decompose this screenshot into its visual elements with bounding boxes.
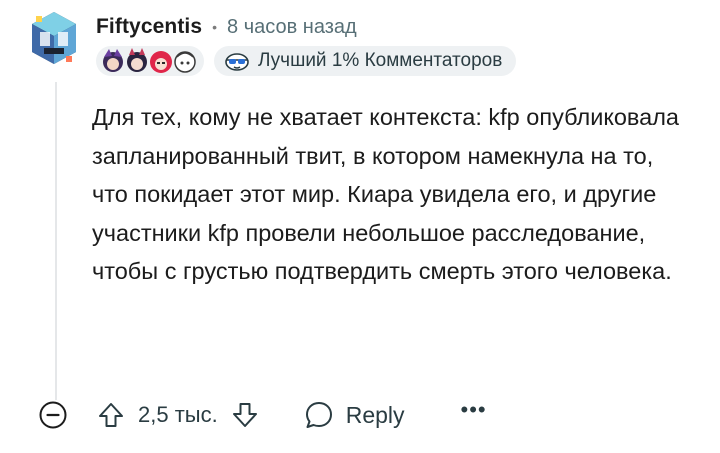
sunglasses-face-icon [225,53,249,71]
thread-line[interactable] [55,82,57,400]
comment-actions: 2,5 тыс. Reply ••• [36,395,487,435]
avatar-emoji-4 [174,51,196,73]
upvote-button[interactable] [94,398,128,432]
meta-separator: • [212,19,218,35]
arrow-down-outline-icon [232,403,257,427]
flair-emoji-group [96,46,204,76]
timestamp[interactable]: 8 часов назад [227,16,357,39]
avatar[interactable] [28,10,80,68]
user-flair: Лучший 1% Комментаторов [96,44,517,78]
avatar-emoji-2 [127,48,147,72]
avatar-emoji-1 [103,49,123,72]
reply-button[interactable]: Reply [304,400,405,430]
speech-bubble-icon [305,402,332,428]
author-username[interactable]: Fiftycentis [96,15,202,39]
comment-body: Для тех, кому не хватает контекста: kfp … [92,104,680,284]
flair-badge: Лучший 1% Комментаторов [214,46,517,76]
arrow-up-outline-icon [99,403,123,427]
minus-circle-icon [39,401,67,429]
reply-label: Reply [345,401,405,428]
vote-controls: 2,5 тыс. [94,398,262,432]
comment-meta: Fiftycentis • 8 часов назад [96,12,357,42]
avatar-emoji-3 [150,51,172,73]
vote-score: 2,5 тыс. [138,402,218,427]
downvote-button[interactable] [228,398,262,432]
more-options-button[interactable]: ••• [461,399,487,431]
collapse-button[interactable] [36,398,70,432]
flair-badge-label: Лучший 1% Комментаторов [258,50,503,71]
